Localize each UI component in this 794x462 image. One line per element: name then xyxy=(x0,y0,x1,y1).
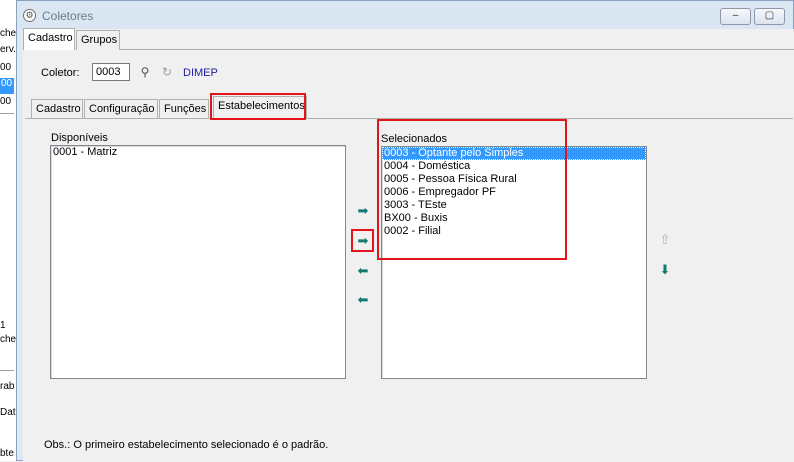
coletor-code-input[interactable]: 0003 xyxy=(92,63,130,81)
move-up-arrow-icon[interactable]: ⇧ xyxy=(657,232,673,248)
disponiveis-list[interactable]: 0001 - Matriz xyxy=(50,145,346,379)
tab-funcoes[interactable]: Funções xyxy=(159,99,209,119)
refresh-icon[interactable]: ↻ xyxy=(159,64,175,80)
remove-arrow-icon[interactable]: ⬅ xyxy=(355,263,371,279)
tab-cadastro[interactable]: Cadastro xyxy=(23,28,75,50)
selecionados-label: Selecionados xyxy=(381,133,448,145)
tab-grupos[interactable]: Grupos xyxy=(76,30,120,50)
inner-tab-strip-line xyxy=(25,118,793,119)
background-text: che xyxy=(0,334,17,345)
list-item[interactable]: 0004 - Doméstica xyxy=(382,160,646,173)
background-divider xyxy=(0,370,14,371)
background-text: rab xyxy=(0,381,15,392)
search-user-icon[interactable]: ⚲ xyxy=(137,64,153,80)
background-text: 00 xyxy=(0,96,12,107)
coletor-name: DIMEP xyxy=(183,67,218,79)
minimize-button[interactable]: ‒ xyxy=(720,8,751,25)
list-item[interactable]: 3003 - TEste xyxy=(382,199,646,212)
background-selected-row: 00 xyxy=(0,78,14,94)
list-item-selected[interactable]: 0003 - Optante pelo Simples xyxy=(382,147,646,160)
background-text: bte xyxy=(0,448,14,459)
window-title: Coletores xyxy=(42,9,94,23)
add-arrow-icon[interactable]: ➡ xyxy=(355,233,371,249)
tab-estabelecimentos[interactable]: Estabelecimentos xyxy=(213,96,307,118)
remove-all-arrow-icon[interactable]: ⬅ xyxy=(355,292,371,308)
selecionados-list[interactable]: 0003 - Optante pelo Simples 0004 - Domés… xyxy=(381,146,647,379)
coletor-label: Coletor: xyxy=(41,67,80,79)
list-item[interactable]: 0001 - Matriz xyxy=(51,146,345,159)
list-item[interactable]: 0005 - Pessoa Física Rural xyxy=(382,173,646,186)
gear-icon: ⚙ xyxy=(23,9,36,22)
background-text: 00 xyxy=(0,62,12,73)
background-divider xyxy=(0,113,14,114)
obs-note: Obs.: O primeiro estabelecimento selecio… xyxy=(44,439,329,451)
add-all-arrow-icon[interactable]: ➡ xyxy=(355,203,371,219)
tab-strip-line xyxy=(120,49,794,50)
maximize-button[interactable]: ▢ xyxy=(754,8,785,25)
list-item[interactable]: 0002 - Filial xyxy=(382,225,646,238)
disponiveis-label: Disponíveis xyxy=(51,132,108,144)
title-bar[interactable]: ⚙ Coletores ‒ ▢ xyxy=(17,1,793,29)
background-text: Dat xyxy=(0,407,16,418)
background-text: 1 xyxy=(0,320,6,331)
move-down-arrow-icon[interactable]: ⬇ xyxy=(657,262,673,278)
background-text: che xyxy=(0,28,17,39)
tab-cadastro-inner[interactable]: Cadastro xyxy=(31,99,83,119)
tab-configuracao[interactable]: Configuração xyxy=(84,99,158,119)
window-client: Cadastro Grupos Coletor: 0003 ⚲ ↻ DIMEP … xyxy=(23,28,794,462)
list-item[interactable]: BX00 - Buxis xyxy=(382,212,646,225)
coletores-window: ⚙ Coletores ‒ ▢ Cadastro Grupos Coletor:… xyxy=(16,0,794,462)
list-item[interactable]: 0006 - Empregador PF xyxy=(382,186,646,199)
background-text: erv. xyxy=(0,44,16,55)
